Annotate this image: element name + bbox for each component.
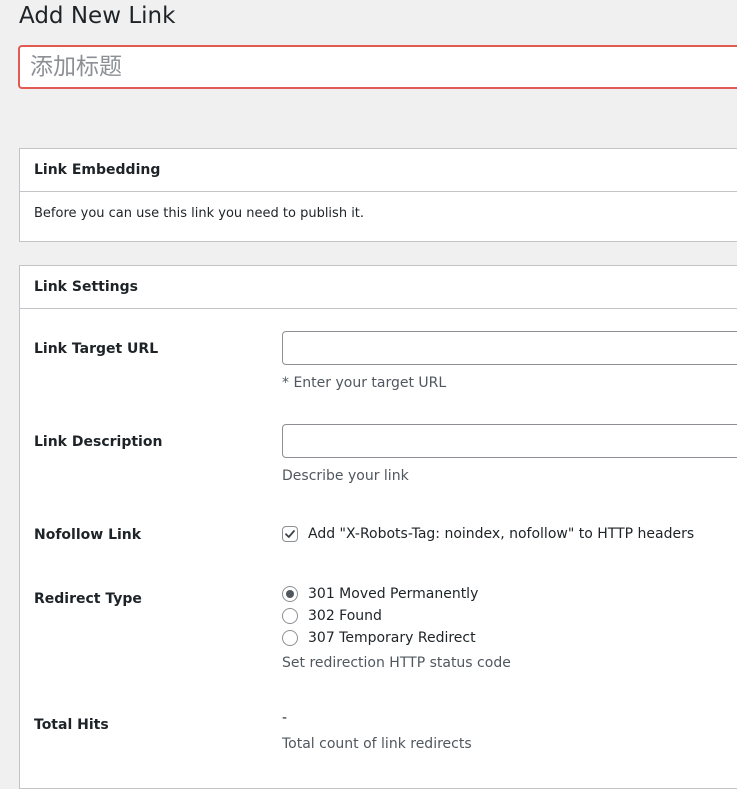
link-description-label: Link Description [34, 434, 163, 450]
link-description-hint: Describe your link [282, 468, 409, 484]
nofollow-option-text: Add "X-Robots-Tag: noindex, nofollow" to… [308, 526, 695, 542]
link-target-url-field: * Enter your target URL [282, 331, 737, 391]
link-target-url-input[interactable] [282, 331, 737, 365]
link-target-url-hint: * Enter your target URL [282, 375, 447, 391]
redirect-radio-301[interactable] [282, 586, 298, 602]
nofollow-checkbox[interactable] [282, 526, 298, 542]
redirect-type-label: Redirect Type [34, 591, 142, 607]
checkmark-icon [285, 530, 295, 538]
redirect-option-301[interactable]: 301 Moved Permanently [282, 586, 511, 602]
link-description-field: Describe your link [282, 424, 737, 484]
redirect-type-field: 301 Moved Permanently 302 Found 307 Temp… [282, 586, 511, 671]
redirect-type-hint: Set redirection HTTP status code [282, 655, 511, 671]
link-embedding-box: Link Embedding Before you can use this l… [19, 148, 737, 242]
total-hits-field: - Total count of link redirects [282, 710, 472, 752]
link-title-input[interactable] [18, 45, 737, 89]
link-embedding-message: Before you can use this link you need to… [34, 206, 365, 221]
total-hits-value: - [282, 710, 288, 726]
redirect-option-307[interactable]: 307 Temporary Redirect [282, 630, 511, 646]
redirect-option-label: 301 Moved Permanently [308, 586, 479, 602]
link-target-url-label: Link Target URL [34, 341, 159, 357]
link-settings-box: Link Settings Link Target URL * Enter yo… [19, 265, 737, 789]
total-hits-hint: Total count of link redirects [282, 736, 472, 752]
redirect-radio-302[interactable] [282, 608, 298, 624]
link-description-input[interactable] [282, 424, 737, 458]
total-hits-label: Total Hits [34, 717, 109, 733]
nofollow-link-label: Nofollow Link [34, 527, 142, 543]
nofollow-field: Add "X-Robots-Tag: noindex, nofollow" to… [282, 526, 694, 542]
redirect-option-label: 307 Temporary Redirect [308, 630, 476, 646]
redirect-option-label: 302 Found [308, 608, 382, 624]
link-embedding-header[interactable]: Link Embedding [20, 149, 737, 192]
redirect-option-302[interactable]: 302 Found [282, 608, 511, 624]
link-settings-header[interactable]: Link Settings [20, 266, 737, 309]
radio-selected-dot [286, 590, 294, 598]
page-title: Add New Link [19, 3, 176, 29]
redirect-radio-307[interactable] [282, 630, 298, 646]
nofollow-option[interactable]: Add "X-Robots-Tag: noindex, nofollow" to… [282, 526, 694, 542]
